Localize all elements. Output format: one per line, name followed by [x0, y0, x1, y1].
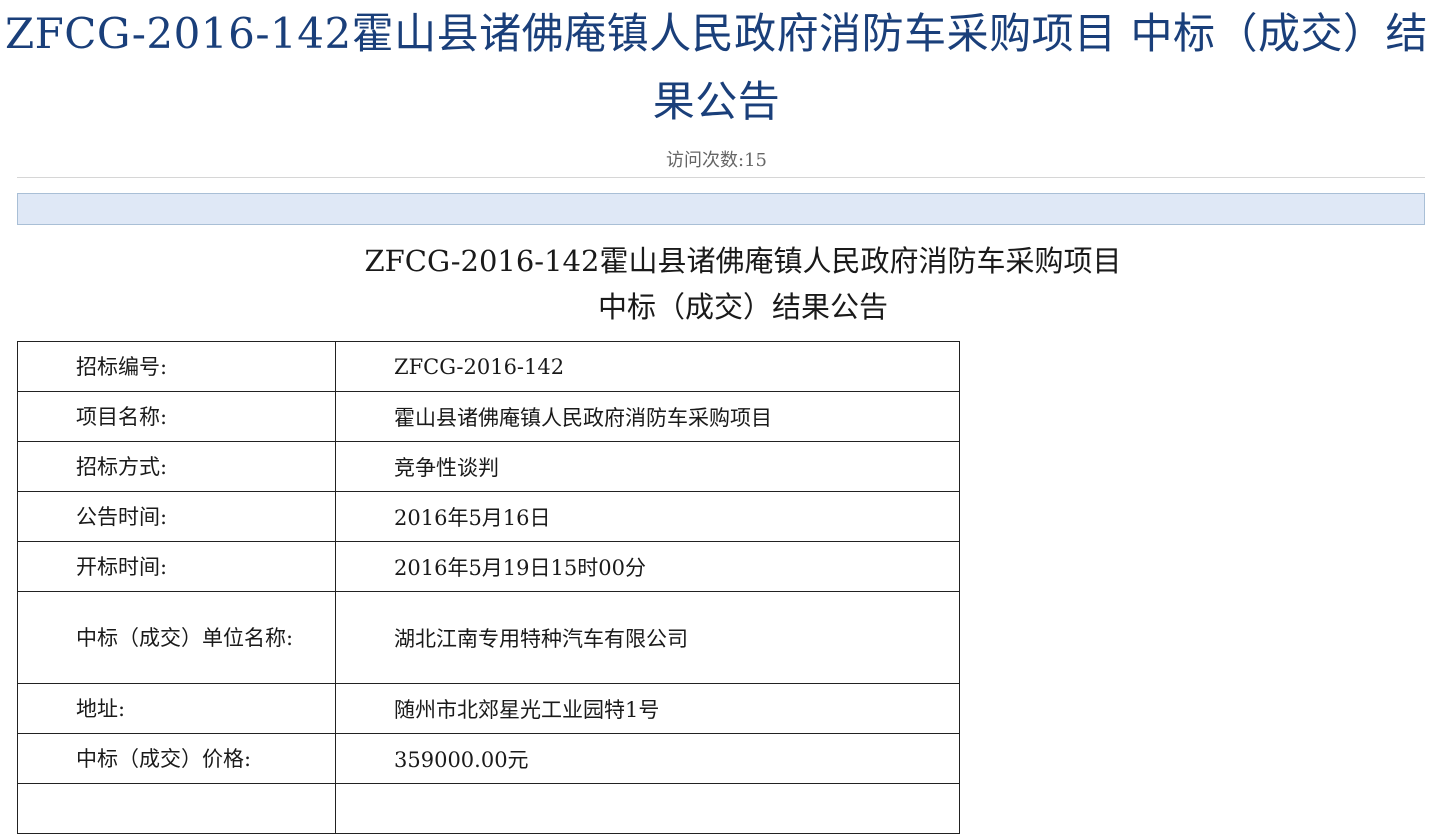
table-row: 项目名称: 霍山县诸佛庵镇人民政府消防车采购项目 — [17, 391, 960, 442]
row-value-address: 随州市北郊星光工业园特1号 — [335, 683, 960, 734]
table-row: 招标方式: 竞争性谈判 — [17, 441, 960, 492]
page-title: ZFCG-2016-142霍山县诸佛庵镇人民政府消防车采购项目 中标（成交）结果… — [4, 9, 1429, 126]
row-value-bid-method: 竞争性谈判 — [335, 441, 960, 492]
table-row — [17, 783, 960, 834]
table-row: 公告时间: 2016年5月16日 — [17, 491, 960, 542]
table-row: 中标（成交）价格: 359000.00元 — [17, 733, 960, 784]
row-value-bid-number: ZFCG-2016-142 — [335, 341, 960, 392]
row-label-announce-time: 公告时间: — [17, 491, 336, 542]
row-label-bid-number: 招标编号: — [17, 341, 336, 392]
row-value-open-time: 2016年5月19日15时00分 — [335, 541, 960, 592]
row-value-project-name: 霍山县诸佛庵镇人民政府消防车采购项目 — [335, 391, 960, 442]
toolbar-bar — [17, 193, 1425, 225]
row-label-price: 中标（成交）价格: — [17, 733, 336, 784]
table-row: 招标编号: ZFCG-2016-142 — [17, 341, 960, 392]
row-label-bid-method: 招标方式: — [17, 441, 336, 492]
row-value-empty — [335, 783, 960, 834]
row-label-project-name: 项目名称: — [17, 391, 336, 442]
info-table: 招标编号: ZFCG-2016-142 项目名称: 霍山县诸佛庵镇人民政府消防车… — [17, 341, 960, 834]
visit-count: 访问次数:15 — [666, 150, 767, 171]
document-title: ZFCG-2016-142霍山县诸佛庵镇人民政府消防车采购项目 中标（成交）结果… — [0, 238, 1433, 330]
divider — [17, 177, 1425, 178]
row-value-winner-name: 湖北江南专用特种汽车有限公司 — [335, 591, 960, 684]
row-value-price: 359000.00元 — [335, 733, 960, 784]
row-label-address: 地址: — [17, 683, 336, 734]
document-title-line1: ZFCG-2016-142霍山县诸佛庵镇人民政府消防车采购项目 — [364, 244, 1122, 278]
table-row: 开标时间: 2016年5月19日15时00分 — [17, 541, 960, 592]
row-label-open-time: 开标时间: — [17, 541, 336, 592]
row-label-empty — [17, 783, 336, 834]
row-label-winner-name: 中标（成交）单位名称: — [17, 591, 336, 684]
document-title-line2: 中标（成交）结果公告 — [597, 290, 888, 324]
table-row: 中标（成交）单位名称: 湖北江南专用特种汽车有限公司 — [17, 591, 960, 684]
table-row: 地址: 随州市北郊星光工业园特1号 — [17, 683, 960, 734]
row-value-announce-time: 2016年5月16日 — [335, 491, 960, 542]
